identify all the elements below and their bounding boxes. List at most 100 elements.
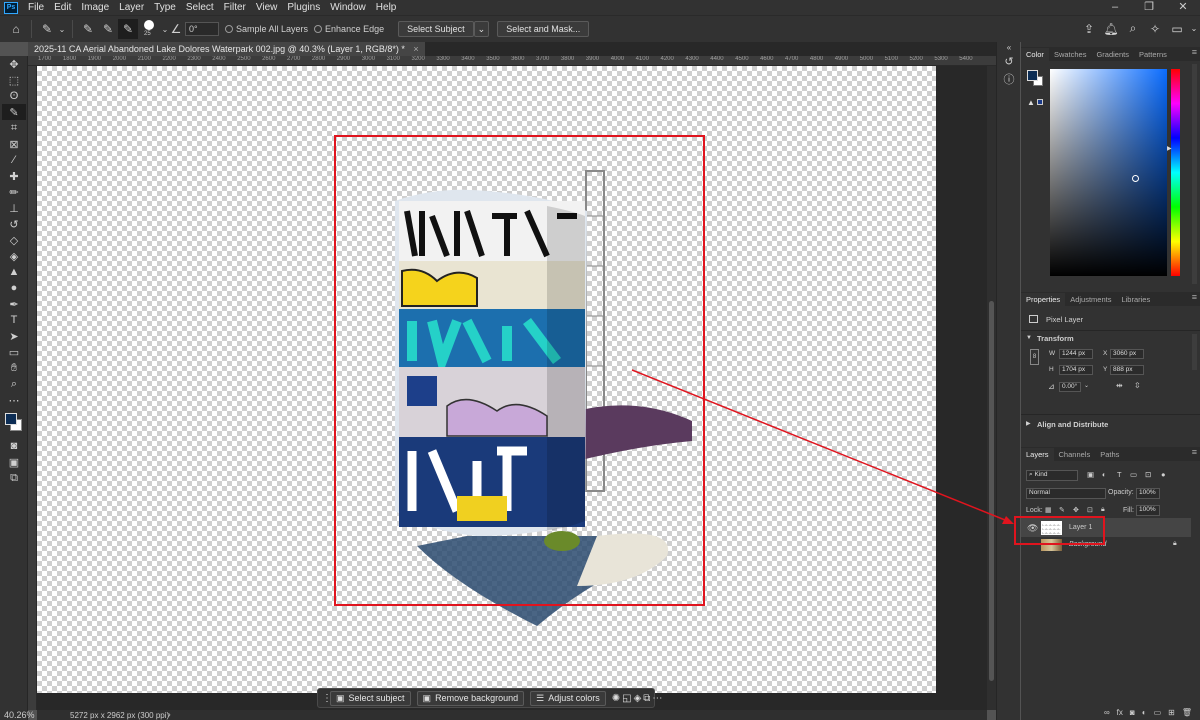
select-subject-dropdown[interactable]: ⌄ <box>473 21 490 37</box>
adjustment-layer-icon[interactable]: ◐ <box>1142 708 1147 717</box>
new-selection-icon[interactable]: ✎ <box>78 19 98 39</box>
tab-channels[interactable]: Channels <box>1054 448 1096 461</box>
chevron-right-icon[interactable]: › <box>168 710 171 719</box>
link-layers-icon[interactable]: ∞ <box>1104 708 1110 717</box>
add-mask-icon[interactable]: ◙ <box>1130 708 1135 717</box>
zoom-level[interactable]: 40.26% <box>4 710 35 720</box>
background-thumbnail[interactable] <box>1041 539 1062 551</box>
menu-help[interactable]: Help <box>371 0 402 15</box>
discover-icon[interactable]: ✧ <box>1144 22 1166 36</box>
link-proportions-icon[interactable]: 8 <box>1030 349 1039 365</box>
eraser-tool-icon[interactable]: ◇ <box>2 232 26 248</box>
panel-menu-icon[interactable]: ≡ <box>1192 447 1197 457</box>
tab-paths[interactable]: Paths <box>1095 448 1124 461</box>
color-field[interactable] <box>1050 69 1167 276</box>
filter-shape-icon[interactable]: ▭ <box>1130 470 1137 479</box>
subtract-from-selection-icon[interactable]: ✎ <box>118 19 138 39</box>
menu-plugins[interactable]: Plugins <box>282 0 325 15</box>
transform-icon[interactable]: ◱ <box>622 693 631 704</box>
sample-all-layers-checkbox[interactable]: Sample All Layers <box>225 24 308 34</box>
history-brush-tool-icon[interactable]: ↺ <box>2 216 26 232</box>
brush-tool-icon[interactable]: ✏ <box>2 184 26 200</box>
layer-thumbnail[interactable] <box>1041 521 1062 535</box>
menu-image[interactable]: Image <box>76 0 114 15</box>
minimize-icon[interactable]: – <box>1098 0 1132 15</box>
fill-input[interactable]: 100% <box>1136 505 1160 516</box>
workspace-icon[interactable]: ▭ <box>1166 22 1188 36</box>
angle-input[interactable]: 0° <box>185 22 219 36</box>
chevron-down-icon[interactable]: ⌄ <box>1084 382 1089 389</box>
close-icon[interactable]: ✕ <box>1166 0 1200 15</box>
new-group-icon[interactable]: ▭ <box>1154 708 1162 717</box>
select-subject-task-button[interactable]: ▣ Select subject <box>330 690 411 706</box>
scrollbar-thumb[interactable] <box>989 301 994 681</box>
tab-libraries[interactable]: Libraries <box>1116 293 1155 306</box>
collapse-panels-icon[interactable]: « <box>997 42 1021 52</box>
drag-handle-icon[interactable]: ⋮ <box>322 693 332 704</box>
document-canvas[interactable] <box>37 66 936 693</box>
adjust-colors-button[interactable]: ☰ Adjust colors <box>530 690 606 706</box>
fg-color-chip[interactable] <box>1027 70 1038 81</box>
color-swatches[interactable] <box>2 410 26 436</box>
mask-icon[interactable]: ◈ <box>634 693 642 704</box>
share-icon[interactable]: ⇪ <box>1078 22 1100 36</box>
filter-pixel-icon[interactable]: ▣ <box>1087 470 1094 479</box>
menu-filter[interactable]: Filter <box>219 0 251 15</box>
add-to-selection-icon[interactable]: ✎ <box>98 19 118 39</box>
paint-bucket-tool-icon[interactable]: ◈ <box>2 248 26 264</box>
artboard-icon[interactable]: ⧉ <box>2 470 26 486</box>
zoom-tool-icon[interactable]: ⌕ <box>2 376 26 392</box>
notifications-icon[interactable]: 🔔︎ <box>1100 22 1122 36</box>
generative-fill-icon[interactable]: ✺ <box>612 693 620 704</box>
tab-color[interactable]: Color <box>1021 48 1049 61</box>
filter-smart-object-icon[interactable]: ⊡ <box>1145 470 1151 479</box>
select-and-mask-button[interactable]: Select and Mask... <box>497 21 590 37</box>
filter-type-icon[interactable]: T <box>1117 470 1122 479</box>
tab-gradients[interactable]: Gradients <box>1091 48 1134 61</box>
document-tab[interactable]: 2025-11 CA Aerial Abandoned Lake Dolores… <box>28 42 425 56</box>
dodge-tool-icon[interactable]: ● <box>2 280 26 296</box>
menu-file[interactable]: File <box>23 0 49 15</box>
eyedropper-tool-icon[interactable]: ⁄ <box>2 152 26 168</box>
menu-type[interactable]: Type <box>149 0 181 15</box>
hue-slider-handle[interactable]: ▶ <box>1167 145 1172 152</box>
y-input[interactable]: 888 px <box>1110 365 1144 375</box>
chevron-down-icon[interactable]: ⌄ <box>57 19 67 39</box>
rectangle-tool-icon[interactable]: ▭ <box>2 344 26 360</box>
enhance-edge-checkbox[interactable]: Enhance Edge <box>314 24 384 34</box>
pen-tool-icon[interactable]: ✒ <box>2 296 26 312</box>
blur-tool-icon[interactable]: ▲ <box>2 264 26 280</box>
type-tool-icon[interactable]: T <box>2 312 26 328</box>
layer-style-icon[interactable]: fx <box>1117 708 1123 717</box>
screen-mode-icon[interactable]: ▣ <box>2 454 26 470</box>
lock-pixels-icon[interactable]: ✎ <box>1059 506 1065 514</box>
tab-layers[interactable]: Layers <box>1021 448 1054 461</box>
quick-mask-icon[interactable]: ◙ <box>2 438 26 454</box>
new-layer-icon[interactable]: ⊞ <box>1168 708 1175 717</box>
filter-toggle-icon[interactable]: ● <box>1161 470 1166 479</box>
x-input[interactable]: 3060 px <box>1110 349 1144 359</box>
document-info[interactable]: 5272 px x 2962 px (300 ppi) <box>70 711 169 720</box>
search-icon[interactable]: ⌕ <box>1122 21 1144 36</box>
flip-vertical-icon[interactable]: ⇳ <box>1134 381 1141 390</box>
lock-transparency-icon[interactable]: ▦ <box>1045 506 1052 514</box>
history-icon[interactable]: ↺ <box>997 52 1021 70</box>
lock-position-icon[interactable]: ✥ <box>1073 506 1079 514</box>
chevron-down-icon[interactable]: ⌄ <box>1188 24 1200 33</box>
more-tools-icon[interactable]: ⋯ <box>2 392 26 408</box>
restore-icon[interactable]: ❐ <box>1132 0 1166 15</box>
info-icon[interactable]: ⓘ <box>997 70 1021 88</box>
visibility-eye-icon[interactable]: 👁︎ <box>1027 523 1038 534</box>
height-input[interactable]: 1704 px <box>1059 365 1093 375</box>
path-selection-tool-icon[interactable]: ➤ <box>2 328 26 344</box>
tab-swatches[interactable]: Swatches <box>1049 48 1092 61</box>
rotation-input[interactable]: 0.00° <box>1059 382 1081 392</box>
remove-background-button[interactable]: ▣ Remove background <box>416 690 525 706</box>
foreground-color-swatch[interactable] <box>5 413 17 425</box>
chevron-right-icon[interactable]: ▶ <box>1026 420 1031 427</box>
flip-horizontal-icon[interactable]: ⇹ <box>1116 381 1123 390</box>
color-fg-bg-swatch[interactable] <box>1027 70 1043 86</box>
panel-scrollbar[interactable] <box>1192 64 1197 284</box>
hand-tool-icon[interactable]: ✋︎ <box>2 360 26 376</box>
blend-mode-select[interactable]: Normal <box>1026 488 1106 499</box>
